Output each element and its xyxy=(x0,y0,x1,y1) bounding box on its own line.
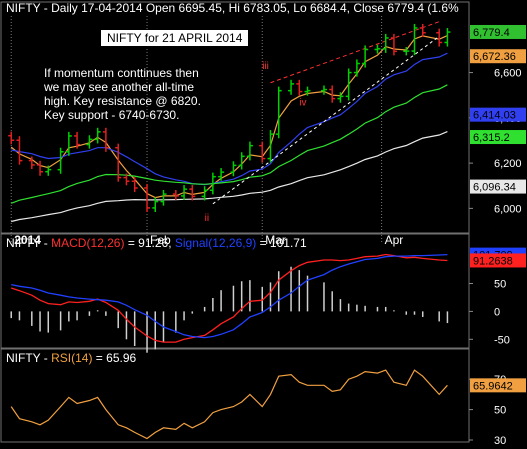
signal-value: = 101.71 xyxy=(256,236,307,250)
rsi-prefix: NIFTY - xyxy=(6,351,52,365)
x-axis-label: Apr xyxy=(385,233,404,247)
rsi-value-tag-label: 65.9642 xyxy=(473,380,513,392)
signal-line xyxy=(11,253,448,339)
annotation-box-title: NIFTY for 21 APRIL 2014 xyxy=(100,29,250,47)
rsi-panel-title: NIFTY - RSI(14) = 65.96 xyxy=(6,351,136,365)
support-trendline xyxy=(212,35,440,205)
rsi-axis-tick-label: 50 xyxy=(494,405,506,417)
wave-label: iii xyxy=(262,61,269,72)
wave-label: iv xyxy=(299,97,306,108)
macd-prefix: NIFTY - xyxy=(6,236,52,250)
price-panel-title: NIFTY - Daily 17-04-2014 Open 6695.45, H… xyxy=(6,1,459,15)
rsi-value: = 65.96 xyxy=(92,351,137,365)
price-value-tag-label: 6,779.4 xyxy=(473,27,510,39)
rsi-axis-tick-label: 30 xyxy=(494,435,506,444)
macd-value-tag-label: 91.2638 xyxy=(473,255,513,267)
price-axis-tick-label: 6,600 xyxy=(494,68,522,80)
rsi-name: RSI(14) xyxy=(51,351,93,365)
price-value-tag-label: 6,414.03 xyxy=(473,110,516,122)
macd-axis-tick-label: 0 xyxy=(494,306,500,318)
price-axis-tick-label: 6,200 xyxy=(494,158,522,170)
macd-name: MACD(12,26) xyxy=(51,236,125,250)
wave-label: ii xyxy=(205,213,209,224)
price-value-tag-label: 6,672.36 xyxy=(473,51,516,63)
macd-panel-title: NIFTY - MACD(12,26) = 91.26, Signal(12,2… xyxy=(6,236,307,250)
price-axis-tick-label: 6,000 xyxy=(494,203,522,215)
rsi-line xyxy=(10,369,448,440)
annotation-line: Key support - 6740-6730. xyxy=(44,108,180,122)
price-value-tag-label: 6,315.2 xyxy=(473,132,510,144)
signal-name: Signal(12,26,9) xyxy=(174,236,257,250)
macd-axis-tick-label: 50 xyxy=(494,278,506,290)
macd-axis-tick-label: -50 xyxy=(494,334,510,346)
chart-window: 6,0006,2006,4006,600500-507050302014FebM… xyxy=(0,0,527,447)
annotation-line: high. Key resistance @ 6820. xyxy=(44,94,201,108)
macd-value: = 91.26, xyxy=(124,236,175,250)
macd-panel-frame xyxy=(0,233,470,349)
annotation-line: we may see another all-time xyxy=(44,80,195,94)
annotation-line: If momentum conttinues then xyxy=(44,66,199,80)
price-value-tag-label: 6,096.34 xyxy=(473,182,516,194)
annotation-text: If momentum conttinues then we may see a… xyxy=(44,66,244,122)
